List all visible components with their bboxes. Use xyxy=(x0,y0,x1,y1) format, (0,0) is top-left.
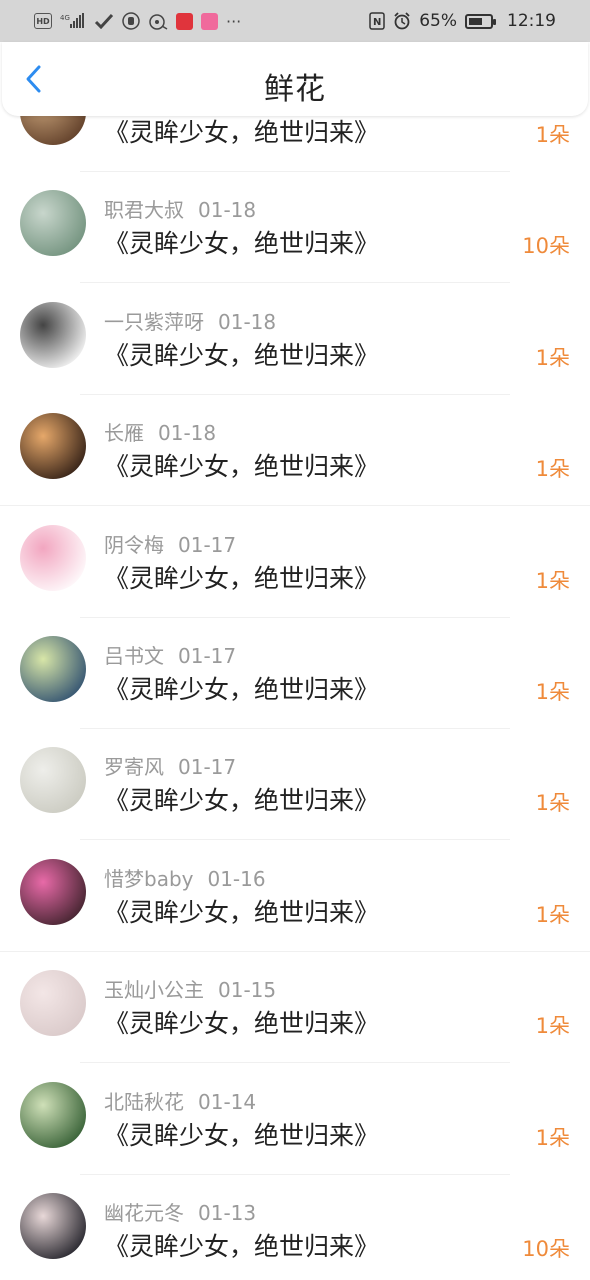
user-name: 一只紫萍呀 xyxy=(104,309,204,334)
book-title: 《灵眸少女，绝世归来》 xyxy=(104,1009,380,1039)
flower-count: 1朵 xyxy=(535,457,570,482)
flower-count: 1朵 xyxy=(535,791,570,816)
gift-date: 01-14 xyxy=(198,1089,257,1114)
book-title: 《灵眸少女，绝世归来》 xyxy=(104,452,380,482)
page-title: 鲜花 xyxy=(264,72,326,107)
more-icon: ··· xyxy=(226,11,242,31)
list-item[interactable]: 玉灿小公主 01-15 《灵眸少女，绝世归来》 1朵 xyxy=(0,952,590,1064)
gift-date: 01-17 xyxy=(178,644,237,668)
book-title: 《灵眸少女，绝世归来》 xyxy=(104,897,380,927)
battery-percent: 65% xyxy=(419,11,457,31)
hd-icon: HD xyxy=(34,13,52,29)
status-left: HD 4G ··· xyxy=(34,12,241,31)
battery-icon xyxy=(465,13,496,29)
signal-icon: 4G xyxy=(60,13,86,29)
user-name: 长雁 xyxy=(104,421,144,446)
alarm-icon xyxy=(393,12,411,30)
avatar[interactable] xyxy=(20,970,86,1037)
check-icon xyxy=(94,13,114,29)
list-item[interactable]: 幽花元冬 01-13 《灵眸少女，绝世归来》 10朵 xyxy=(0,1175,590,1280)
book-title: 《灵眸少女，绝世归来》 xyxy=(104,340,380,370)
list-item[interactable]: 长雁 01-18 《灵眸少女，绝世归来》 1朵 xyxy=(0,395,590,507)
flower-count: 1朵 xyxy=(535,1125,570,1150)
user-name: 幽花元冬 xyxy=(104,1201,184,1225)
svg-text:N: N xyxy=(373,17,381,28)
svg-text:4G: 4G xyxy=(60,14,70,22)
user-name: 阴令梅 xyxy=(104,532,164,557)
flower-count: 10朵 xyxy=(522,1237,570,1261)
row-meta: 玉灿小公主 01-15 xyxy=(104,974,276,1003)
hand-icon xyxy=(122,12,140,30)
list-item[interactable]: 吕书文 01-17 《灵眸少女，绝世归来》 1朵 xyxy=(0,618,590,729)
flower-count: 1朵 xyxy=(535,345,570,370)
app-pink-icon xyxy=(201,12,218,30)
gift-date: 01-17 xyxy=(178,755,237,780)
row-meta: 职君大叔 01-18 xyxy=(104,194,256,223)
avatar[interactable] xyxy=(20,747,86,814)
avatar[interactable] xyxy=(20,116,86,145)
row-meta: 一只紫萍呀 01-18 xyxy=(104,306,276,335)
gift-date: 01-16 xyxy=(207,866,266,891)
gift-date: 01-15 xyxy=(218,978,277,1003)
flower-count: 1朵 xyxy=(535,902,570,927)
user-name: 职君大叔 xyxy=(104,198,184,223)
user-name: 惜梦baby xyxy=(104,866,194,891)
row-meta: 长雁 01-18 xyxy=(104,417,216,446)
gift-date: 01-17 xyxy=(178,532,237,557)
flower-list: 《灵眸少女，绝世归来》 1朵 职君大叔 01-18 《灵眸少女，绝世归来》 10朵 一只紫萍… xyxy=(0,116,590,1280)
list-item[interactable]: 北陆秋花 01-14 《灵眸少女，绝世归来》 1朵 xyxy=(0,1064,590,1175)
app-red-icon xyxy=(176,12,193,30)
book-title: 《灵眸少女，绝世归来》 xyxy=(104,229,380,259)
avatar[interactable] xyxy=(20,524,86,591)
row-meta: 罗寄风 01-17 xyxy=(104,751,236,780)
flower-count: 1朵 xyxy=(535,123,570,147)
user-name: 吕书文 xyxy=(104,644,164,668)
list-item[interactable]: 一只紫萍呀 01-18 《灵眸少女，绝世归来》 1朵 xyxy=(0,284,590,395)
gift-date: 01-18 xyxy=(158,421,217,446)
app-header: 鲜花 xyxy=(2,42,588,116)
list-item[interactable]: 职君大叔 01-18 《灵眸少女，绝世归来》 10朵 xyxy=(0,172,590,284)
user-name: 玉灿小公主 xyxy=(104,978,204,1003)
avatar[interactable] xyxy=(20,1081,86,1148)
avatar[interactable] xyxy=(20,190,86,257)
status-right: N 65% 12:19 xyxy=(369,11,556,31)
book-title: 《灵眸少女，绝世归来》 xyxy=(104,675,380,704)
row-meta: 惜梦baby 01-16 xyxy=(104,863,266,892)
list-item[interactable]: 罗寄风 01-17 《灵眸少女，绝世归来》 1朵 xyxy=(0,729,590,841)
flower-count: 1朵 xyxy=(535,568,570,593)
status-bar: HD 4G ··· N 65% 12:19 xyxy=(0,0,590,42)
book-title: 《灵眸少女，绝世归来》 xyxy=(104,118,380,147)
row-meta: 幽花元冬 01-13 xyxy=(104,1197,256,1226)
flower-count: 1朵 xyxy=(535,680,570,704)
user-name: 罗寄风 xyxy=(104,755,164,780)
list-item[interactable]: 《灵眸少女，绝世归来》 1朵 xyxy=(0,116,590,172)
row-meta: 阴令梅 01-17 xyxy=(104,529,236,558)
gift-date: 01-18 xyxy=(218,309,277,334)
nfc-icon: N xyxy=(369,12,385,30)
wifi-icon xyxy=(148,12,168,30)
user-name: 北陆秋花 xyxy=(104,1089,184,1114)
row-meta: 北陆秋花 01-14 xyxy=(104,1086,256,1115)
avatar[interactable] xyxy=(20,413,86,480)
book-title: 《灵眸少女，绝世归来》 xyxy=(104,786,380,816)
avatar[interactable] xyxy=(20,301,86,368)
book-title: 《灵眸少女，绝世归来》 xyxy=(104,563,380,593)
list-item[interactable]: 惜梦baby 01-16 《灵眸少女，绝世归来》 1朵 xyxy=(0,841,590,952)
book-title: 《灵眸少女，绝世归来》 xyxy=(104,1120,380,1150)
flower-count: 1朵 xyxy=(535,1014,570,1039)
avatar[interactable] xyxy=(20,1193,86,1259)
avatar[interactable] xyxy=(20,858,86,925)
gift-date: 01-18 xyxy=(198,198,257,223)
row-meta: 吕书文 01-17 xyxy=(104,640,236,669)
gift-date: 01-13 xyxy=(198,1201,257,1225)
flower-count: 10朵 xyxy=(522,234,570,259)
avatar[interactable] xyxy=(20,636,86,702)
book-title: 《灵眸少女，绝世归来》 xyxy=(104,1232,380,1261)
clock: 12:19 xyxy=(507,11,556,31)
list-item[interactable]: 阴令梅 01-17 《灵眸少女，绝世归来》 1朵 xyxy=(0,507,590,618)
